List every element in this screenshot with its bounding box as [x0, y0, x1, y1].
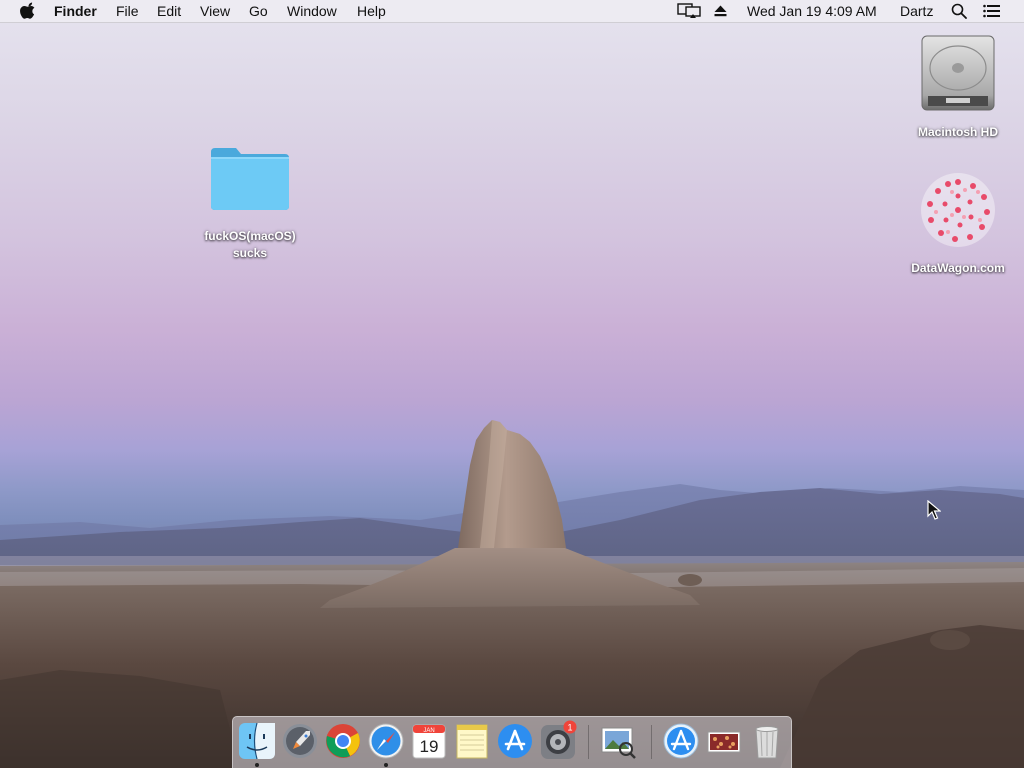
- desktop-screen: Finder File Edit View Go Window Help Wed…: [0, 0, 1024, 768]
- menu-help[interactable]: Help: [357, 0, 386, 22]
- macintosh-hd-label: Macintosh HD: [917, 125, 998, 139]
- datawagon-logo-icon: [921, 173, 995, 247]
- photo-stack-dock-icon[interactable]: [705, 722, 743, 760]
- menubar-user[interactable]: Dartz: [900, 0, 933, 22]
- finder-running-indicator: [255, 763, 259, 767]
- menu-view[interactable]: View: [200, 0, 230, 22]
- eject-status-item[interactable]: [714, 0, 727, 22]
- launchpad-dock-icon[interactable]: [281, 722, 319, 760]
- rock-pinnacle: [458, 420, 566, 548]
- notification-center-status-item[interactable]: [983, 0, 1001, 22]
- safari-running-indicator: [384, 763, 388, 767]
- preview-dock-icon[interactable]: [599, 722, 637, 760]
- chrome-dock-icon[interactable]: [324, 722, 362, 760]
- calendar-month-text: JAN: [423, 728, 434, 734]
- dock-separator: [588, 725, 589, 759]
- finder-dock-icon[interactable]: [238, 722, 276, 760]
- menubar-clock[interactable]: Wed Jan 19 4:09 AM: [747, 0, 877, 22]
- app-menu-finder[interactable]: Finder: [54, 0, 97, 22]
- menu-go[interactable]: Go: [249, 0, 268, 22]
- notification-center-icon: [983, 4, 1000, 18]
- desktop-wallpaper: [0, 420, 1024, 768]
- applications-folder-dock-icon[interactable]: [662, 722, 700, 760]
- menu-window[interactable]: Window: [287, 0, 337, 22]
- folder-label-line1: fuckOS(macOS): [204, 229, 296, 243]
- datawagon-label: DataWagon.com: [911, 261, 1005, 275]
- hard-drive-icon: [921, 35, 995, 111]
- spotlight-status-item[interactable]: [951, 0, 967, 22]
- mouse-cursor-icon: [927, 500, 941, 520]
- menu-bar: Finder File Edit View Go Window Help Wed…: [0, 0, 1024, 23]
- menu-file[interactable]: File: [116, 0, 139, 22]
- safari-dock-icon[interactable]: [367, 722, 405, 760]
- eject-icon: [714, 5, 727, 17]
- desktop-macintosh-hd[interactable]: Macintosh HD: [900, 30, 1016, 145]
- apple-icon: [20, 2, 35, 19]
- calendar-dock-icon[interactable]: JAN 19: [410, 722, 448, 760]
- menu-edit[interactable]: Edit: [157, 0, 181, 22]
- spotlight-search-icon: [951, 3, 967, 19]
- calendar-day-text: 19: [420, 737, 439, 756]
- badge-count-text: 1: [567, 723, 572, 733]
- apple-menu[interactable]: [20, 0, 35, 22]
- app-store-dock-icon[interactable]: [496, 722, 534, 760]
- dock-separator: [651, 725, 652, 759]
- desktop-folder[interactable]: fuckOS(macOS) sucks: [190, 140, 310, 270]
- notes-dock-icon[interactable]: [453, 722, 491, 760]
- trash-dock-icon[interactable]: [748, 722, 786, 760]
- dock: JAN 19 1: [232, 716, 792, 768]
- folder-icon: [211, 148, 289, 210]
- folder-label-line2: sucks: [232, 246, 268, 260]
- airplay-display-icon: [677, 3, 701, 18]
- airplay-status-item[interactable]: [677, 0, 701, 22]
- notification-badge: 1: [563, 720, 577, 734]
- desktop-datawagon[interactable]: DataWagon.com: [900, 168, 1016, 280]
